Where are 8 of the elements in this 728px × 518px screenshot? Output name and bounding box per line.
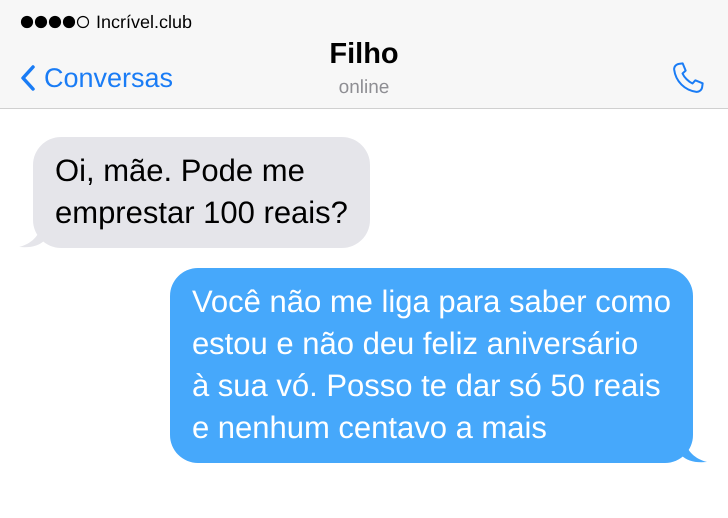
- signal-icon: [20, 15, 90, 29]
- chevron-icon: [20, 64, 36, 92]
- message-text: Oi, mãe. Pode me emprestar 100 reais?: [55, 152, 348, 232]
- contact-status: online: [338, 77, 390, 99]
- message-text: Você não me liga para saber como estou e não deu feliz aniversário à sua vó. Posso te dar só 50 reais e nenhum centavo a mais: [192, 283, 671, 447]
- back-button[interactable]: Conversas: [20, 62, 174, 94]
- carrier-name: Incrível.club: [96, 12, 192, 32]
- contact-name: Filho: [329, 38, 399, 71]
